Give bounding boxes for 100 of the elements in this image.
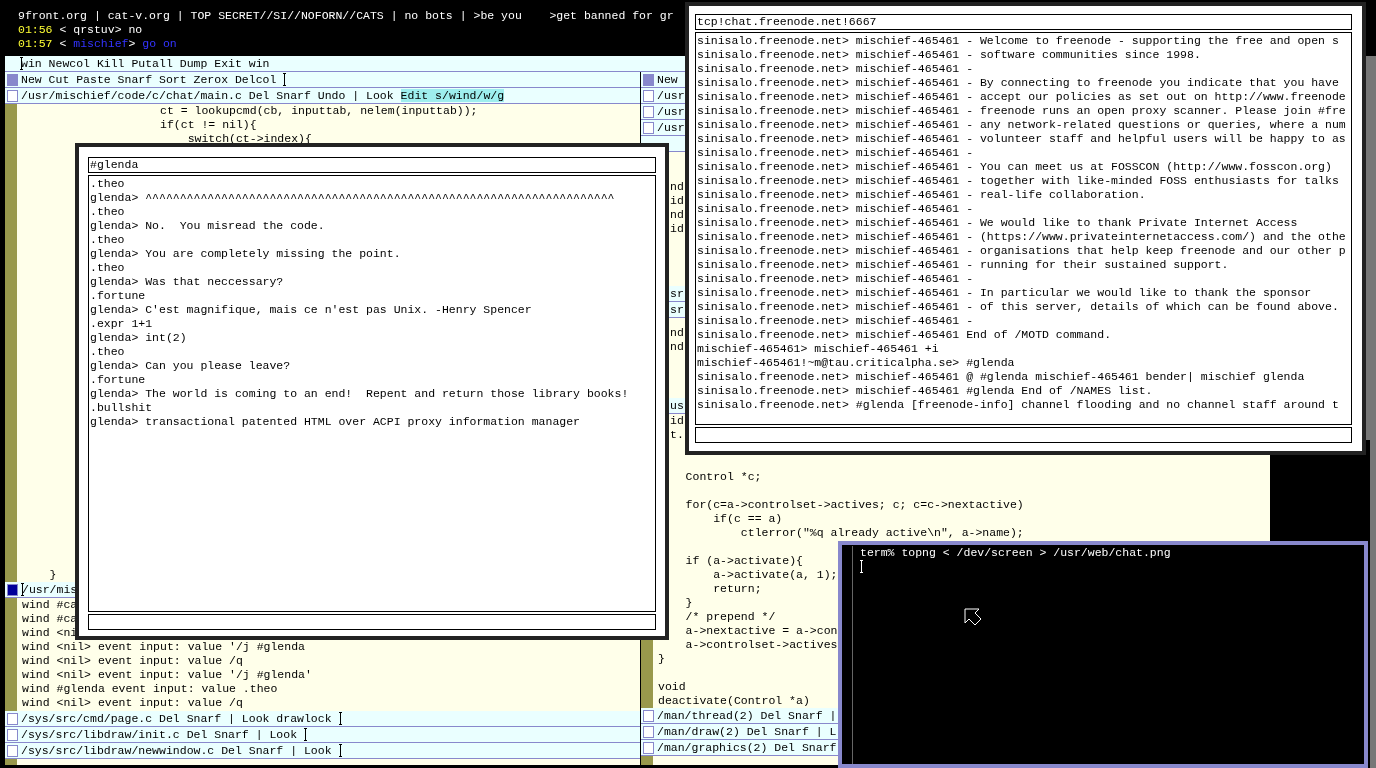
- chat-message: 01:57 < mischief> go on: [18, 37, 177, 51]
- tag-text[interactable]: /sys/src/cmd/page.c Del Snarf | Look drawlock: [21, 711, 332, 726]
- chat-line: sinisalo.freenode.net> mischief-465461 - accept our policies as set out on http://www.freenode: [697, 90, 1346, 104]
- tag-text[interactable]: /usr: [657, 88, 685, 103]
- chat-line: mischief-465461!~m@tau.criticalpha.se> #glenda: [697, 356, 1015, 370]
- scroll-bar[interactable]: [5, 759, 17, 765]
- tag-text[interactable]: /usr: [657, 104, 685, 119]
- chat-line: sinisalo.freenode.net> mischief-465461 - You can meet us at FOSSCON (http://www.fosscon.org): [697, 160, 1332, 174]
- code-line: t.: [670, 428, 684, 442]
- code-line: wind <ni: [22, 626, 78, 640]
- tag-text[interactable]: /usr: [657, 120, 685, 135]
- code-line: void: [658, 680, 686, 694]
- pointer-icon: [964, 608, 982, 626]
- code-line: a->controlset->actives: [684, 638, 838, 652]
- chat-line: sinisalo.freenode.net> mischief-465461 -: [697, 202, 974, 216]
- chat-line: .bullshit: [90, 401, 153, 415]
- code-line: if (a->activate){: [684, 554, 803, 568]
- chat-line: sinisalo.freenode.net> mischief-465461 - Welcome to freenode - supporting the free and open s: [697, 34, 1339, 48]
- tag-text[interactable]: us: [670, 398, 684, 413]
- tag-text[interactable]: New: [657, 72, 678, 87]
- scroll-bar[interactable]: [5, 104, 17, 582]
- chat-message: 01:56 < qrstuv> no: [18, 23, 143, 37]
- tag-text[interactable]: /usr/mischief/code/c/chat/main.c Del Snarf Undo | Look Edit s/wind/w/g: [21, 88, 505, 103]
- input-field[interactable]: [88, 614, 656, 630]
- chat-line: sinisalo.freenode.net> mischief-465461 - of this server, details of which can be found above.: [697, 300, 1339, 314]
- code-line: for(c=a->controlset->actives; c; c=c->nextactive): [684, 498, 1024, 512]
- code-line: if(c == a): [712, 512, 783, 526]
- code-line: nd: [670, 208, 684, 222]
- tag-text[interactable]: /man/thread(2) Del Snarf |: [657, 708, 837, 723]
- code-line: a->nextactive = a->con: [684, 624, 838, 638]
- code-line: if(ct != nil){: [159, 118, 257, 132]
- title-field[interactable]: tcp!chat.freenode.net!6667: [695, 14, 1352, 30]
- code-line: ct = lookupcmd(cb, inputtab, nelem(inputtab));: [159, 104, 478, 118]
- chat-line: sinisalo.freenode.net> mischief-465461 - We would like to thank Private Internet Access: [697, 216, 1298, 230]
- code-line: wind <nil> event input: value '/j #glenda': [22, 668, 312, 682]
- title-field[interactable]: #glenda: [88, 157, 656, 173]
- chat-line: sinisalo.freenode.net> mischief-465461 - In particular we would like to thank the sponsor: [697, 286, 1312, 300]
- code-line: wind <nil> event input: value '/j #glenda: [22, 640, 305, 654]
- chat-line: glenda> No. You misread the code.: [90, 219, 325, 233]
- chat-line: glenda> Was that neccessary?: [90, 275, 284, 289]
- terminal-line: term% topng < /dev/screen > /usr/web/chat.png: [860, 546, 1171, 560]
- tag-text[interactable]: /usr/mis: [22, 582, 78, 597]
- chat-line: .fortune: [90, 289, 146, 303]
- channel-topic: 9front.org | cat-v.org | TOP SECRET//SI//NOFORN//CATS | no bots | >be you >get banned for gr: [18, 9, 674, 23]
- chat-line: sinisalo.freenode.net> mischief-465461 End of /MOTD command.: [697, 328, 1112, 342]
- chat-line: glenda> You are completely missing the point.: [90, 247, 401, 261]
- chat-line: sinisalo.freenode.net> mischief-465461 -: [697, 272, 974, 286]
- code-line: id: [670, 414, 684, 428]
- scroll-bar[interactable]: [641, 756, 653, 765]
- code-line: }: [48, 568, 57, 582]
- tag-text[interactable]: win Newcol Kill Putall Dump Exit win: [21, 56, 270, 71]
- chat-line: sinisalo.freenode.net> mischief-465461 - By connecting to freenode you indicate that you have: [697, 76, 1339, 90]
- tag-text[interactable]: /sys/src/libdraw/init.c Del Snarf | Look: [21, 727, 298, 742]
- chat-line: .theo: [90, 205, 125, 219]
- code-line: nd: [670, 180, 684, 194]
- tag-text[interactable]: /man/graphics(2) Del Snarf: [657, 740, 837, 755]
- chat-line: sinisalo.freenode.net> mischief-465461 -: [697, 62, 974, 76]
- code-line: id: [670, 222, 684, 236]
- tag-text[interactable]: sr: [670, 302, 684, 317]
- code-line: ctlerror("%q already active\n", a->name);: [739, 526, 1024, 540]
- tag-text[interactable]: /sys/src/libdraw/newwindow.c Del Snarf | Look: [21, 743, 332, 758]
- chat-line: sinisalo.freenode.net> mischief-465461 - together with like-minded FOSS enthusiasts for talks: [697, 174, 1339, 188]
- code-line: /* prepend */: [684, 610, 776, 624]
- chat-line: sinisalo.freenode.net> mischief-465461 -: [697, 146, 974, 160]
- code-line: Control *c;: [684, 470, 762, 484]
- scroll-bar[interactable]: [641, 640, 653, 708]
- chat-line: glenda> int(2): [90, 331, 187, 345]
- tag-text[interactable]: sr: [670, 286, 684, 301]
- tag-text[interactable]: New Cut Paste Snarf Sort Zerox Delcol: [21, 72, 277, 87]
- code-line: id: [670, 194, 684, 208]
- chat-line: sinisalo.freenode.net> mischief-465461 - running for their sustained support.: [697, 258, 1229, 272]
- input-field[interactable]: [695, 427, 1352, 443]
- chat-line: sinisalo.freenode.net> mischief-465461 - real-life collaboration.: [697, 188, 1146, 202]
- code-line: wind <nil> event input: value /q: [22, 654, 243, 668]
- chat-line: sinisalo.freenode.net> mischief-465461 - any network-related questions or queries, where a num: [697, 118, 1346, 132]
- chat-line: glenda> Can you please leave?: [90, 359, 291, 373]
- chat-line: .theo: [90, 261, 125, 275]
- chat-line: sinisalo.freenode.net> mischief-465461 #glenda End of /NAMES list.: [697, 384, 1153, 398]
- code-line: wind #glenda event input: value .theo: [22, 682, 278, 696]
- text-cursor-icon: [860, 560, 863, 573]
- chat-line: sinisalo.freenode.net> mischief-465461 - freenode runs an open proxy scanner. Please join #fre: [697, 104, 1346, 118]
- chat-line: sinisalo.freenode.net> mischief-465461 - (https://www.privateinternetaccess.com/) and the othe: [697, 230, 1346, 244]
- chat-line: .expr 1+1: [90, 317, 153, 331]
- chat-line: mischief-465461> mischief-465461 +i: [697, 342, 939, 356]
- chat-line: sinisalo.freenode.net> mischief-465461 - software communities since 1998.: [697, 48, 1201, 62]
- chat-line: .fortune: [90, 373, 146, 387]
- window-box[interactable]: [7, 583, 18, 596]
- chat-line: sinisalo.freenode.net> mischief-465461 - volunteer staff and helpful users will be happy to as: [697, 132, 1346, 146]
- scroll-bar[interactable]: [5, 598, 17, 711]
- code-line: switch(ct->index){: [186, 132, 312, 146]
- code-line: wind <nil> event input: value /q: [22, 696, 243, 710]
- chat-line: sinisalo.freenode.net> #glenda [freenode-info] channel flooding and no channel staff around t: [697, 398, 1339, 412]
- code-line: }: [658, 652, 665, 666]
- chat-line: glenda> C'est magnifique, mais ce n'est pas Unix. -Henry Spencer: [90, 303, 532, 317]
- chat-line: sinisalo.freenode.net> mischief-465461 -: [697, 314, 974, 328]
- chat-line: .theo: [90, 345, 125, 359]
- code-line: nd: [670, 340, 684, 354]
- code-line: return;: [712, 582, 762, 596]
- chat-line: glenda> The world is coming to an end! Repent and return those library books!: [90, 387, 629, 401]
- tag-text[interactable]: /man/draw(2) Del Snarf | L: [657, 724, 837, 739]
